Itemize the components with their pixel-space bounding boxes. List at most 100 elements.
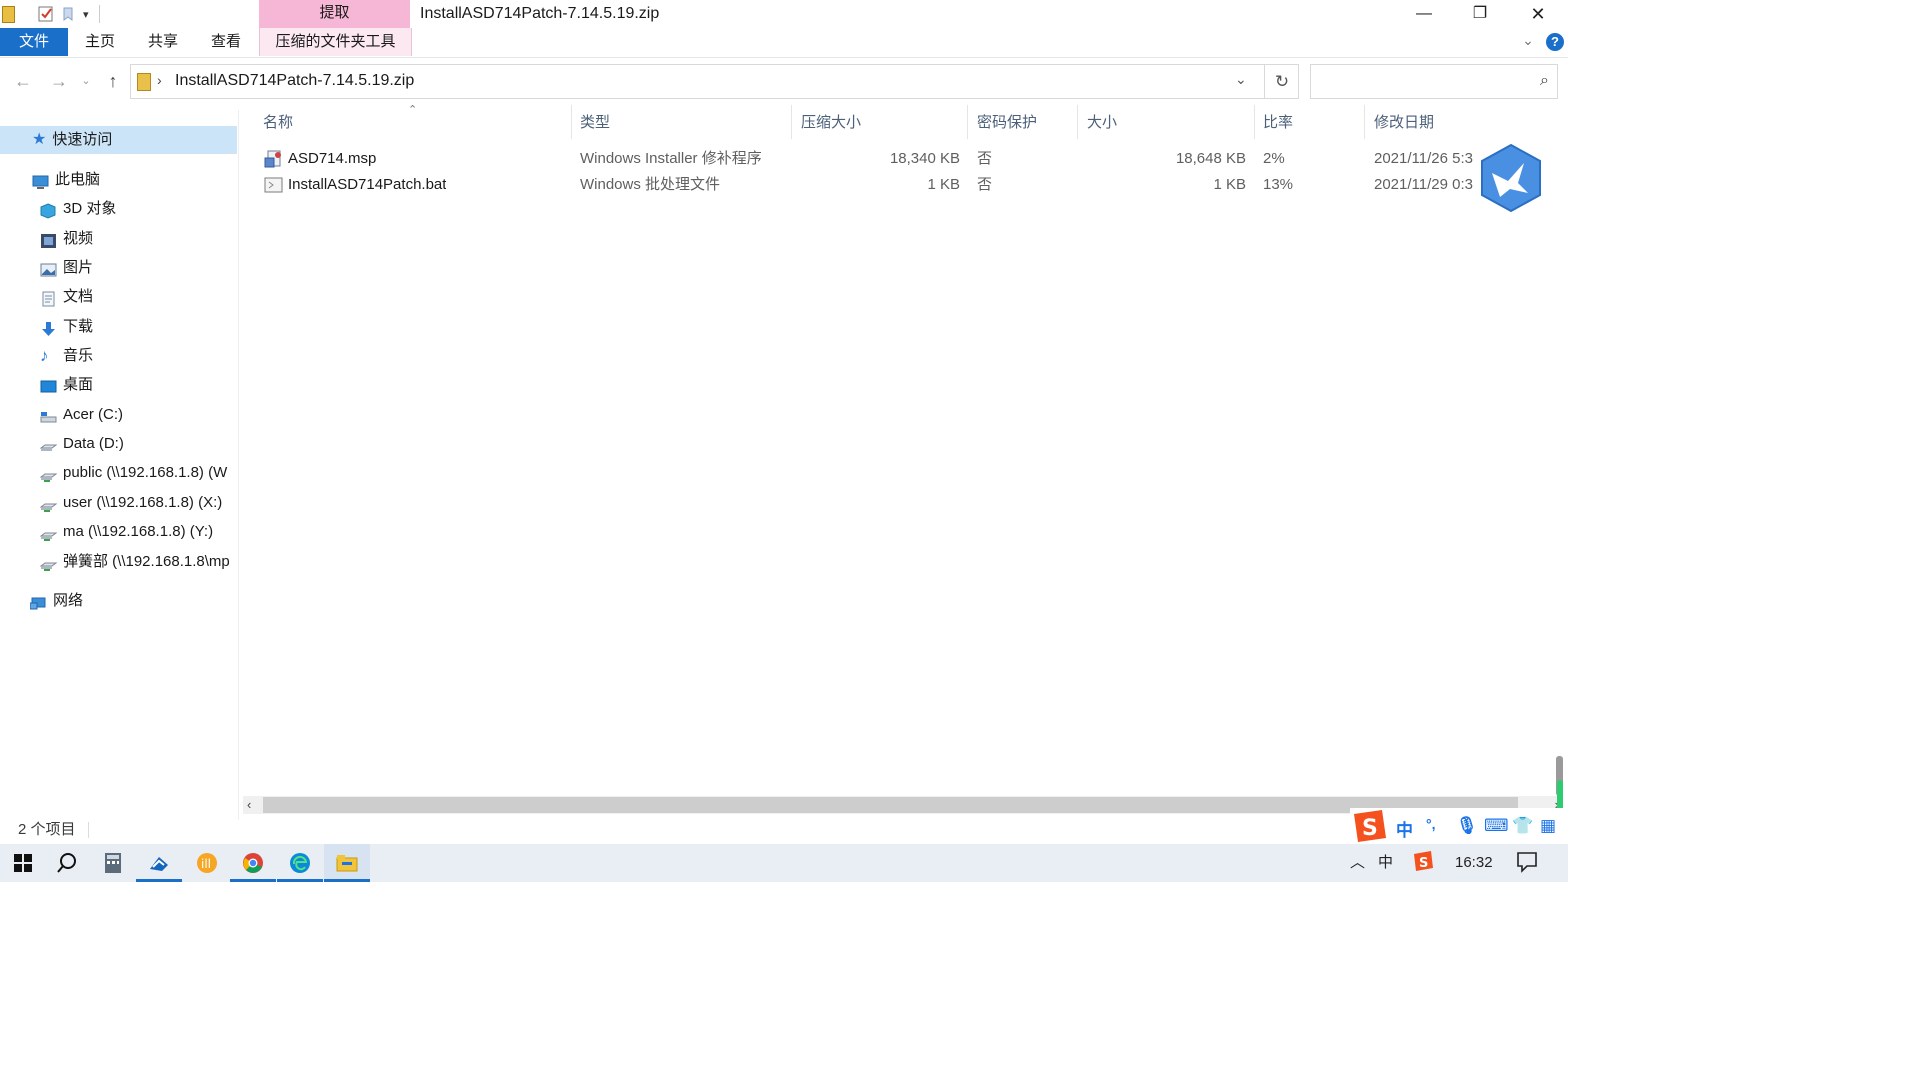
sogou-logo-icon[interactable]: S [1350,808,1388,848]
sidebar-item-videos[interactable]: 视频 [40,225,93,253]
file-name[interactable]: ASD714.msp [288,148,376,170]
network-icon [30,593,47,610]
show-hidden-icons-chevron-icon[interactable]: ︿ [1350,852,1365,874]
column-header-compressed-size[interactable]: 压缩大小 [801,112,861,134]
column-header-size[interactable]: 大小 [1087,112,1117,134]
up-arrow-icon[interactable]: ↑ [100,68,126,94]
address-bar[interactable]: › InstallASD714Patch-7.14.5.19.zip ⌄ ↻ [130,64,1299,99]
start-icon[interactable] [0,844,46,882]
refresh-icon[interactable]: ↻ [1264,65,1299,98]
sidebar-item-label: 快速访问 [52,131,113,148]
close-button[interactable]: ✕ [1510,0,1566,28]
restore-button[interactable]: ❐ [1452,0,1508,28]
file-modified: 2021/11/29 0:3 [1374,176,1473,193]
zip-folder-icon[interactable] [2,5,15,23]
sidebar-item-label: 图片 [63,259,94,276]
new-folder-icon[interactable] [61,6,77,22]
sidebar-item-this-pc[interactable]: 此电脑 [32,166,100,194]
column-divider[interactable] [967,105,968,139]
notification-center-icon[interactable] [1516,851,1538,873]
drive-icon [40,436,58,452]
tab-view[interactable]: 查看 [206,28,246,56]
search-icon[interactable]: ⌕ [1540,72,1549,90]
ime-punctuation[interactable]: °, [1426,816,1436,832]
toolbox-grid-icon[interactable]: ▦ [1540,816,1556,836]
minimize-button[interactable]: — [1396,0,1452,28]
network-drive-icon [40,554,58,571]
tab-compressed-folder-tools[interactable]: 压缩的文件夹工具 [259,28,412,56]
qat-dropdown-icon[interactable]: ▾ [83,8,89,21]
mail-icon[interactable] [136,844,182,882]
properties-icon[interactable] [37,5,55,23]
column-divider[interactable] [571,105,572,139]
tab-share[interactable]: 共享 [143,28,183,56]
help-icon[interactable]: ? [1546,33,1564,51]
sidebar-item-desktop[interactable]: 桌面 [40,371,93,399]
forward-arrow-icon[interactable]: → [46,68,72,94]
sidebar-item-network-drive-x[interactable]: user (\\192.168.1.8) (X:) [40,489,238,517]
sidebar-item-label: 视频 [63,230,94,247]
sidebar-item-label: 音乐 [63,347,94,364]
column-header-ratio[interactable]: 比率 [1263,112,1293,134]
search-icon[interactable] [44,844,90,882]
search-input[interactable]: ⌕ [1310,64,1558,99]
column-header-password[interactable]: 密码保护 [977,112,1037,134]
sidebar-item-drive-c[interactable]: Acer (C:) [40,401,123,429]
sidebar-item-network-drive-w[interactable]: public (\\192.168.1.8) (W [40,459,238,487]
app-orange-icon[interactable]: ill [184,844,230,882]
sidebar-item-pictures[interactable]: 图片 [40,254,93,282]
sidebar-item-music[interactable]: ♪ 音乐 [40,342,93,370]
file-name[interactable]: InstallASD714Patch.bat [288,174,446,196]
column-divider[interactable] [1254,105,1255,139]
scroll-left-icon[interactable]: ‹ [247,796,251,814]
breadcrumb-chevron-icon[interactable]: › [157,72,162,88]
file-size: 18,648 KB [1175,150,1246,167]
address-path[interactable]: InstallASD714Patch-7.14.5.19.zip [175,72,414,90]
file-password-protected: 否 [977,176,993,193]
column-header-type[interactable]: 类型 [580,112,610,134]
skin-shirt-icon[interactable]: 👕 [1512,816,1533,836]
sidebar-item-network-drive-spring[interactable]: 弹簧部 (\\192.168.1.8\mp [40,548,238,576]
tab-home[interactable]: 主页 [80,28,120,56]
file-ratio: 13% [1263,176,1294,193]
microphone-icon[interactable]: 🎙 [1456,816,1478,836]
scrollbar-thumb[interactable] [263,797,1518,813]
zip-folder-icon [137,73,151,91]
desktop-icon [40,377,57,393]
file-explorer-icon[interactable] [324,844,370,882]
sogou-tray-icon[interactable]: S [1412,850,1434,872]
sidebar-item-label: 3D 对象 [63,200,117,217]
sidebar-item-label: user (\\192.168.1.8) (X:) [63,494,223,511]
tab-file[interactable]: 文件 [0,28,68,56]
keyboard-icon[interactable]: ⌨ [1484,816,1509,836]
input-indicator[interactable]: 中 [1378,852,1393,874]
column-divider[interactable] [1364,105,1365,139]
column-divider[interactable] [791,105,792,139]
calculator-icon[interactable] [90,844,136,882]
column-header-modified[interactable]: 修改日期 [1374,112,1434,134]
column-header-name[interactable]: 名称 [263,112,293,134]
floating-assistant-bird-icon[interactable] [1478,143,1544,213]
address-dropdown-icon[interactable]: ⌄ [1235,71,1247,88]
sidebar-item-downloads[interactable]: 下载 [40,313,93,341]
sidebar-item-3d-objects[interactable]: 3D 对象 [40,195,116,223]
sidebar-item-label: 桌面 [63,376,94,393]
sidebar-item-label: 弹簧部 (\\192.168.1.8\mp [63,553,230,570]
sidebar-item-network-drive-y[interactable]: ma (\\192.168.1.8) (Y:) [40,518,238,546]
sidebar-item-drive-d[interactable]: Data (D:) [40,430,124,458]
expand-ribbon-chevron-icon[interactable]: ⌄ [1518,32,1538,52]
video-icon [40,231,57,248]
sidebar-item-documents[interactable]: 文档 [40,283,93,311]
edge-icon[interactable] [277,844,323,882]
back-arrow-icon[interactable]: ← [10,68,36,94]
chrome-icon[interactable] [230,844,276,882]
clock-time[interactable]: 16:32 [1455,852,1493,874]
network-drive-icon [40,465,58,482]
sidebar-item-quick-access[interactable]: ★ 快速访问 [0,126,237,154]
star-icon: ★ [32,131,47,148]
context-tab-group-label: 提取 [259,0,410,28]
column-divider[interactable] [1077,105,1078,139]
sidebar-item-network[interactable]: 网络 [30,587,83,615]
recent-locations-chevron-icon[interactable]: ⌄ [78,68,94,94]
ime-mode[interactable]: 中 [1396,816,1413,841]
